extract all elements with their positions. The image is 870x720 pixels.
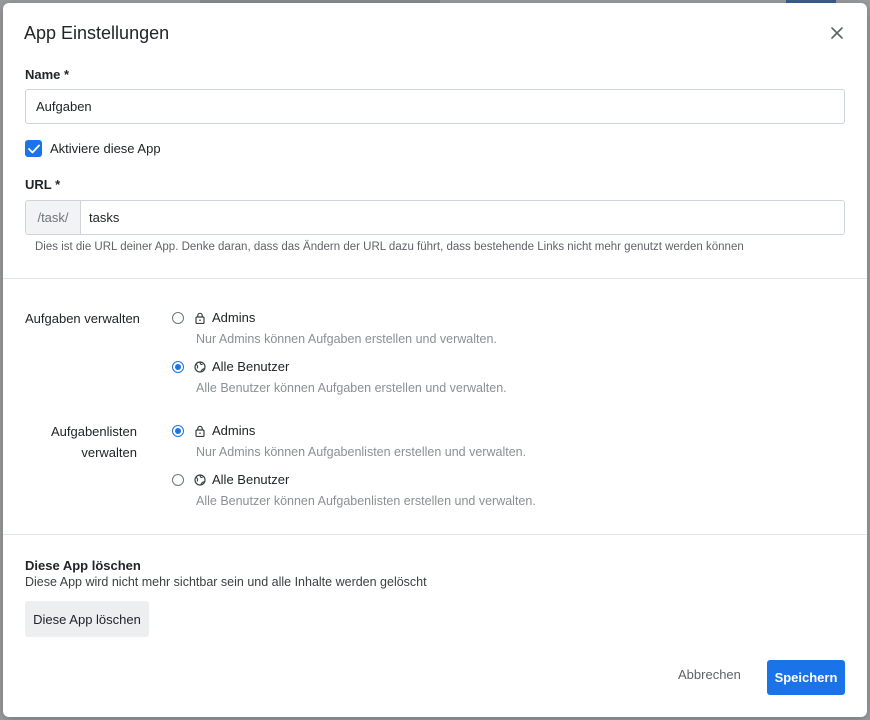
modal-title: App Einstellungen [24,23,170,43]
delete-app-description: Diese App wird nicht mehr sichtbar sein … [25,575,427,589]
manage-lists-option-all-users[interactable]: Alle Benutzer [172,472,289,487]
radio-button-selected[interactable] [172,360,184,373]
manage-tasks-option-admins[interactable]: Admins [172,310,255,325]
app-settings-modal: App Einstellungen Name * Aktiviere diese… [3,3,867,717]
close-button[interactable] [827,23,847,43]
url-input-group: /task/ [25,200,845,235]
section-divider [3,278,867,279]
activate-app-row[interactable]: Aktiviere diese App [25,140,161,157]
manage-lists-option-admins[interactable]: Admins [172,423,255,438]
url-input[interactable] [81,201,844,234]
option-label: Alle Benutzer [212,472,290,487]
manage-tasks-option-all-users[interactable]: Alle Benutzer [172,359,289,374]
option-label: Admins [212,310,256,325]
option-description: Nur Admins können Aufgabenlisten erstell… [196,445,527,459]
delete-app-title: Diese App löschen [25,558,141,573]
activate-app-label: Aktiviere diese App [50,141,161,156]
manage-lists-label-line1: Aufgabenlisten [50,424,137,439]
lock-icon [195,425,205,437]
cancel-button[interactable]: Abbrechen [678,667,741,682]
activate-app-checkbox[interactable] [25,140,42,157]
url-help-text: Dies ist die URL deiner App. Denke daran… [35,241,744,253]
option-description: Nur Admins können Aufgaben erstellen und… [196,332,497,346]
globe-icon [194,360,206,373]
section-divider [3,534,867,535]
globe-icon [194,473,206,486]
delete-app-button[interactable]: Diese App löschen [25,601,149,637]
manage-lists-label-line2: verwalten [81,445,137,460]
option-description: Alle Benutzer können Aufgaben erstellen … [196,381,507,395]
save-button[interactable]: Speichern [767,660,845,695]
lock-icon [195,312,205,324]
close-icon [831,27,843,39]
radio-button-selected[interactable] [172,424,184,437]
url-label: URL * [25,177,61,192]
radio-button[interactable] [172,473,184,486]
name-label: Name * [25,67,70,82]
name-input[interactable] [25,89,845,124]
manage-tasks-label: Aufgaben verwalten [25,311,140,326]
manage-lists-label: Aufgabenlisten verwalten [25,421,137,463]
url-prefix: /task/ [26,201,81,234]
radio-button[interactable] [172,311,184,324]
checkmark-icon [27,144,40,153]
option-description: Alle Benutzer können Aufgabenlisten erst… [196,494,536,508]
option-label: Alle Benutzer [212,359,290,374]
option-label: Admins [212,423,256,438]
